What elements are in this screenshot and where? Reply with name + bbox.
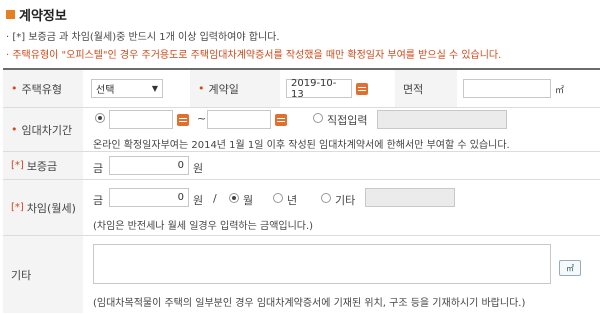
calendar-icon[interactable] bbox=[177, 114, 189, 126]
other-label-text: 기타 bbox=[11, 268, 32, 282]
rent-prefix: 금 bbox=[93, 194, 104, 207]
rent-period-year-radio[interactable] bbox=[273, 193, 283, 203]
rent-period-year-label: 년 bbox=[287, 194, 298, 207]
row-monthly-rent: [*] 차임(월세) 금 0 원 / 월 년 기타 (차임은 반전세나 월세 일경… bbox=[3, 180, 600, 236]
row-deposit: [*] 보증금 금 0 원 bbox=[3, 152, 600, 180]
calendar-icon[interactable] bbox=[275, 114, 287, 126]
area-convert-button-label: ㎡ bbox=[566, 263, 574, 273]
lease-period-label: • 임대차기간 bbox=[3, 108, 83, 151]
tilde: ~ bbox=[197, 112, 207, 125]
deposit-input[interactable]: 0 bbox=[109, 156, 189, 175]
required-note: · [*] 보증금 과 차임(월세)중 반드시 1개 이상 입력하여야 합니다. bbox=[6, 32, 280, 43]
area-input[interactable] bbox=[463, 79, 551, 98]
rent-input[interactable]: 0 bbox=[109, 188, 189, 207]
area-unit: ㎡ bbox=[555, 86, 565, 96]
other-label: 기타 bbox=[3, 236, 83, 313]
area-convert-button[interactable]: ㎡ bbox=[559, 260, 581, 276]
lease-period-label-text: 임대차기간 bbox=[21, 123, 73, 137]
area-label: 면적 bbox=[395, 70, 457, 107]
rent-unit: 원 bbox=[193, 194, 204, 207]
housing-type-label-text: 주택유형 bbox=[21, 82, 62, 96]
direct-input-field[interactable] bbox=[377, 110, 507, 129]
row-housing-type: • 주택유형 선택 ▼ • 계약일 2019-10-13 면적 ㎡ bbox=[3, 70, 600, 108]
section-title-text: 계약정보 bbox=[19, 9, 67, 24]
deposit-label: [*] 보증금 bbox=[3, 152, 83, 179]
other-note: (임대차목적물이 주택의 일부분인 경우 임대차계약증서에 기재된 위치, 구조… bbox=[93, 298, 526, 309]
contract-date-value: 2019-10-13 bbox=[291, 77, 337, 100]
deposit-value: 0 bbox=[177, 160, 184, 171]
lease-end-input[interactable] bbox=[207, 110, 271, 129]
rent-period-other-label: 기타 bbox=[335, 194, 356, 207]
row-other: 기타 ㎡ (임대차목적물이 주택의 일부분인 경우 임대차계약증서에 기재된 위… bbox=[3, 236, 600, 313]
deposit-prefix: 금 bbox=[93, 162, 104, 175]
rent-required-mark: [*] bbox=[11, 202, 24, 213]
other-textarea[interactable] bbox=[93, 244, 551, 284]
housing-type-label: • 주택유형 bbox=[3, 70, 83, 107]
rent-note: (차임은 반전세나 월세 일경우 입력하는 금액입니다.) bbox=[93, 221, 314, 232]
rent-period-other-radio[interactable] bbox=[321, 193, 331, 203]
rent-slash: / bbox=[213, 192, 217, 205]
contract-date-label: • 계약일 bbox=[190, 70, 280, 107]
officetel-warning-note: · 주택유형이 "오피스텔"인 경우 주거용도로 주택임대차계약증서를 작성했을… bbox=[6, 50, 502, 61]
contract-date-label-text: 계약일 bbox=[208, 82, 239, 96]
rent-period-month-radio[interactable] bbox=[229, 193, 239, 203]
calendar-icon[interactable] bbox=[356, 83, 368, 95]
deposit-unit: 원 bbox=[193, 162, 204, 175]
section-bullet-icon bbox=[6, 10, 15, 19]
rent-period-month-label: 월 bbox=[243, 194, 254, 207]
rent-value: 0 bbox=[177, 192, 184, 203]
housing-type-select[interactable]: 선택 ▼ bbox=[91, 79, 163, 98]
period-picker-radio[interactable] bbox=[95, 113, 105, 123]
area-label-text: 면적 bbox=[403, 82, 424, 96]
chevron-down-icon: ▼ bbox=[151, 84, 158, 93]
deposit-required-mark: [*] bbox=[11, 160, 24, 171]
online-date-info: 온라인 확정일자부여는 2014년 1월 1일 이후 작성된 임대차계약서에 한… bbox=[93, 140, 510, 151]
contract-info-table: • 주택유형 선택 ▼ • 계약일 2019-10-13 면적 ㎡ • 임대차기간 ~… bbox=[3, 68, 600, 313]
rent-other-input[interactable] bbox=[365, 188, 455, 207]
housing-type-value: 선택 bbox=[96, 85, 115, 96]
monthly-rent-label-text: 차임(월세) bbox=[26, 201, 76, 215]
contract-date-input[interactable]: 2019-10-13 bbox=[286, 77, 352, 100]
row-lease-period: • 임대차기간 ~ 직접입력 온라인 확정일자부여는 2014년 1월 1일 이후… bbox=[3, 108, 600, 152]
deposit-label-text: 보증금 bbox=[26, 159, 58, 173]
section-title: 계약정보 bbox=[6, 5, 67, 24]
lease-start-input[interactable] bbox=[109, 110, 173, 129]
direct-input-radio[interactable] bbox=[313, 113, 323, 123]
monthly-rent-label: [*] 차임(월세) bbox=[3, 180, 83, 235]
direct-input-label: 직접입력 bbox=[327, 114, 368, 127]
